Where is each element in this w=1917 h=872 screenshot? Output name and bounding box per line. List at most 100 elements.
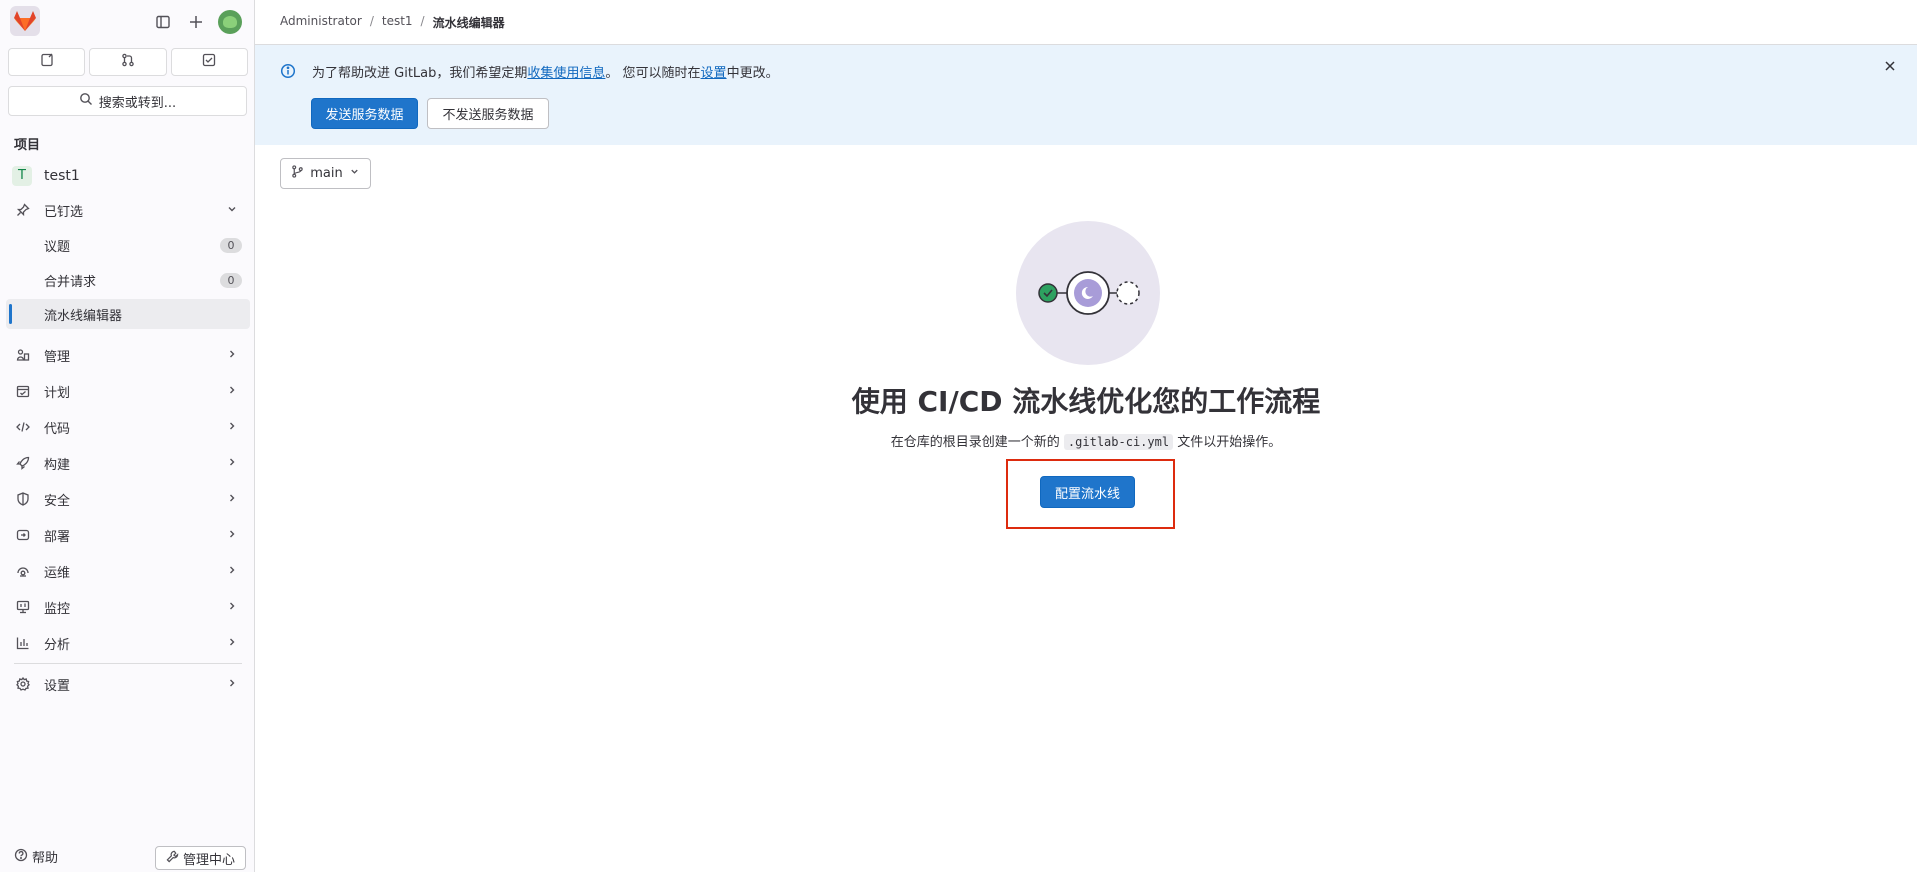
sidebar-item-code[interactable]: 代码: [6, 412, 250, 442]
desc-text: 文件以开始操作。: [1177, 435, 1282, 450]
info-icon: [280, 63, 296, 83]
merge-request-icon: [121, 53, 135, 71]
merge-requests-button[interactable]: [89, 48, 167, 76]
sidebar-item-operate[interactable]: 运维: [6, 556, 250, 586]
chevron-right-icon: [226, 456, 238, 472]
sidebar-item-label: 议题: [44, 239, 71, 255]
banner-text: 为了帮助改进 GitLab，我们希望定期: [312, 66, 528, 81]
project-avatar: T: [12, 166, 32, 186]
merge-requests-count-badge: 0: [220, 273, 242, 288]
banner-text: 中更改。: [726, 66, 779, 81]
operate-icon: [15, 563, 31, 579]
gitlab-logo[interactable]: [10, 6, 40, 36]
chevron-right-icon: [226, 600, 238, 616]
chevron-right-icon: [226, 420, 238, 436]
sidebar-item-plan[interactable]: 计划: [6, 376, 250, 406]
code-icon: [15, 419, 31, 435]
plus-icon[interactable]: [185, 11, 207, 33]
admin-label: 管理中心: [182, 852, 235, 868]
chart-icon: [15, 635, 31, 651]
sidebar-toggle-icon[interactable]: [152, 11, 174, 33]
search-icon: [79, 92, 93, 110]
shield-icon: [15, 491, 31, 507]
sidebar-divider: [14, 663, 242, 664]
sidebar-item-label: 代码: [44, 421, 71, 437]
sidebar-item-issues[interactable]: 议题 0: [6, 230, 250, 260]
branch-selector[interactable]: main: [280, 158, 371, 189]
configure-pipeline-button[interactable]: 配置流水线: [1040, 476, 1135, 508]
service-ping-banner: 为了帮助改进 GitLab，我们希望定期收集使用信息。 您可以随时在设置中更改。…: [255, 45, 1917, 145]
user-avatar[interactable]: [218, 10, 242, 34]
admin-area-button[interactable]: 管理中心: [155, 846, 246, 870]
sidebar-item-merge-requests[interactable]: 合并请求 0: [6, 265, 250, 295]
send-service-data-button[interactable]: 发送服务数据: [311, 98, 418, 129]
sidebar: 搜索或转到... 项目 T test1 已钉选 议题 0 合并请求 0 流水线编…: [0, 0, 255, 872]
help-icon: [14, 848, 28, 866]
sidebar-item-secure[interactable]: 安全: [6, 484, 250, 514]
sidebar-item-monitor[interactable]: 监控: [6, 592, 250, 622]
sidebar-item-label: 运维: [44, 565, 71, 581]
sidebar-header: [0, 0, 255, 44]
section-label: 项目: [14, 138, 41, 153]
sidebar-item-pipeline-editor[interactable]: 流水线编辑器: [6, 299, 250, 329]
banner-text: 。 您可以随时在: [605, 66, 701, 81]
help-label: 帮助: [32, 851, 59, 866]
pin-icon: [15, 202, 31, 218]
breadcrumb: Administrator / test1 / 流水线编辑器: [280, 14, 505, 31]
rocket-icon: [15, 455, 31, 471]
search-button[interactable]: 搜索或转到...: [8, 86, 247, 116]
branch-name: main: [310, 166, 343, 181]
search-label: 搜索或转到...: [98, 95, 177, 111]
breadcrumb-item[interactable]: test1: [382, 14, 413, 31]
sidebar-item-label: 部署: [44, 529, 71, 545]
quick-actions: [8, 48, 248, 76]
sidebar-item-settings[interactable]: 设置: [6, 669, 250, 699]
banner-message: 为了帮助改进 GitLab，我们希望定期收集使用信息。 您可以随时在设置中更改。: [312, 62, 779, 81]
sidebar-item-pinned[interactable]: 已钉选: [6, 195, 250, 225]
help-button[interactable]: 帮助: [14, 847, 58, 866]
empty-state-description: 在仓库的根目录创建一个新的 .gitlab-ci.yml 文件以开始操作。: [255, 431, 1917, 450]
usage-info-link[interactable]: 收集使用信息: [527, 66, 605, 81]
sidebar-item-label: 流水线编辑器: [44, 308, 123, 324]
chevron-right-icon: [226, 492, 238, 508]
sidebar-item-project[interactable]: T test1: [6, 161, 250, 191]
sidebar-item-analyze[interactable]: 分析: [6, 628, 250, 658]
top-bar: Administrator / test1 / 流水线编辑器: [255, 0, 1917, 45]
monitor-icon: [15, 599, 31, 615]
sidebar-item-deploy[interactable]: 部署: [6, 520, 250, 550]
wrench-icon: [166, 850, 179, 867]
sidebar-item-label: 监控: [44, 601, 71, 617]
sidebar-item-label: 构建: [44, 457, 71, 473]
chevron-right-icon: [226, 348, 238, 364]
sidebar-item-label: 分析: [44, 637, 71, 653]
chevron-right-icon: [226, 564, 238, 580]
chevron-down-icon: [349, 166, 360, 181]
chevron-right-icon: [226, 677, 238, 693]
chevron-right-icon: [226, 528, 238, 544]
todo-icon: [202, 53, 216, 71]
sidebar-item-label: 设置: [44, 678, 71, 694]
project-name: test1: [44, 168, 80, 184]
todos-button[interactable]: [170, 48, 248, 76]
issues-button[interactable]: [8, 48, 86, 76]
settings-link[interactable]: 设置: [701, 66, 727, 81]
sidebar-item-build[interactable]: 构建: [6, 448, 250, 478]
sidebar-item-manage[interactable]: 管理: [6, 340, 250, 370]
breadcrumb-current[interactable]: 流水线编辑器: [433, 14, 505, 31]
gear-icon: [15, 676, 31, 692]
sidebar-item-label: 安全: [44, 493, 71, 509]
chevron-right-icon: [226, 384, 238, 400]
breadcrumb-item[interactable]: Administrator: [280, 14, 362, 31]
desc-text: 在仓库的根目录创建一个新的: [890, 435, 1060, 450]
dont-send-service-data-button[interactable]: 不发送服务数据: [427, 98, 549, 129]
breadcrumb-separator: /: [420, 14, 425, 28]
manage-icon: [15, 347, 31, 363]
sidebar-item-label: 合并请求: [44, 274, 97, 290]
deploy-icon: [15, 527, 31, 543]
close-icon[interactable]: [1883, 59, 1897, 77]
issues-count-badge: 0: [220, 238, 242, 253]
issues-icon: [40, 53, 54, 71]
chevron-down-icon: [226, 203, 238, 219]
plan-icon: [15, 383, 31, 399]
pinned-label: 已钉选: [44, 204, 84, 220]
